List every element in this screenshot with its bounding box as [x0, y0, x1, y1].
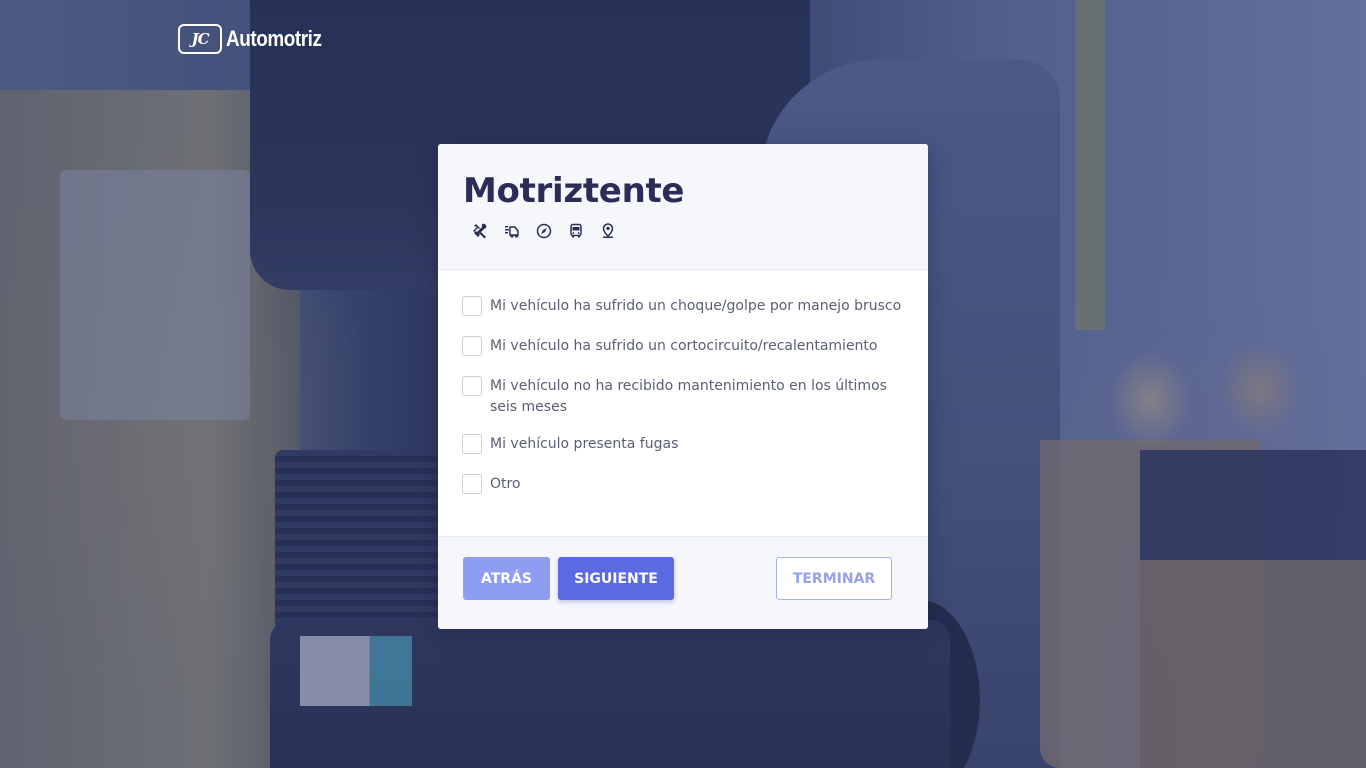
option-label: Mi vehículo no ha recibido mantenimiento… — [490, 378, 887, 415]
checkbox[interactable] — [462, 336, 482, 356]
tools-icon — [471, 222, 489, 240]
questionnaire-card: Motriztente Mi vehículo ha sufrido un ch… — [438, 144, 928, 629]
bus-icon — [567, 222, 585, 240]
checkbox[interactable] — [462, 474, 482, 494]
logo-mark-icon: JC — [178, 24, 222, 54]
service-icons — [463, 222, 903, 240]
tow-truck-icon — [503, 222, 521, 240]
compass-icon — [535, 222, 553, 240]
option-label: Mi vehículo ha sufrido un cortocircuito/… — [490, 338, 878, 354]
finish-button[interactable]: TERMINAR — [776, 557, 892, 600]
option-item[interactable]: Mi vehículo ha sufrido un choque/golpe p… — [462, 296, 903, 317]
option-item[interactable]: Mi vehículo no ha recibido mantenimiento… — [462, 376, 903, 418]
next-button[interactable]: SIGUIENTE — [558, 557, 674, 600]
option-label: Otro — [490, 476, 521, 492]
option-item[interactable]: Otro — [462, 474, 903, 495]
option-label: Mi vehículo ha sufrido un choque/golpe p… — [490, 298, 902, 314]
checkbox[interactable] — [462, 434, 482, 454]
logo-text: Automotriz — [226, 26, 322, 51]
option-item[interactable]: Mi vehículo ha sufrido un cortocircuito/… — [462, 336, 903, 357]
option-item[interactable]: Mi vehículo presenta fugas — [462, 434, 903, 455]
checkbox[interactable] — [462, 296, 482, 316]
brand-logo[interactable]: JC Automotriz — [178, 24, 337, 54]
option-label: Mi vehículo presenta fugas — [490, 436, 679, 452]
location-pin-icon — [599, 222, 617, 240]
back-button[interactable]: ATRÁS — [463, 557, 550, 600]
card-title: Motriztente — [463, 171, 685, 211]
card-header: Motriztente — [438, 144, 928, 270]
options-list: Mi vehículo ha sufrido un choque/golpe p… — [438, 270, 928, 536]
checkbox[interactable] — [462, 376, 482, 396]
card-footer: ATRÁS SIGUIENTE TERMINAR — [438, 536, 928, 629]
